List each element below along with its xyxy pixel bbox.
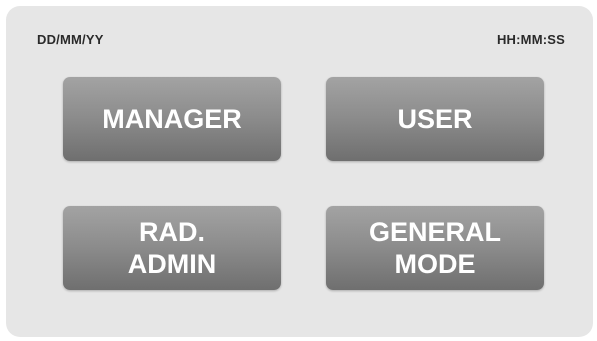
user-button[interactable]: USER — [326, 77, 544, 161]
user-button-label: USER — [397, 104, 473, 134]
time-display: HH:MM:SS — [496, 32, 565, 47]
manager-button[interactable]: MANAGER — [63, 77, 281, 161]
general-mode-button[interactable]: GENERAL MODE — [326, 206, 544, 290]
login-screen-panel: DD/MM/YY HH:MM:SS MANAGER USER RAD. ADMI… — [6, 6, 593, 337]
date-display: DD/MM/YY — [37, 32, 104, 47]
manager-button-label: MANAGER — [102, 104, 242, 134]
rad-admin-button[interactable]: RAD. ADMIN — [63, 206, 281, 290]
rad-admin-button-label: RAD. ADMIN — [127, 217, 217, 279]
general-mode-button-label: GENERAL MODE — [368, 217, 501, 279]
